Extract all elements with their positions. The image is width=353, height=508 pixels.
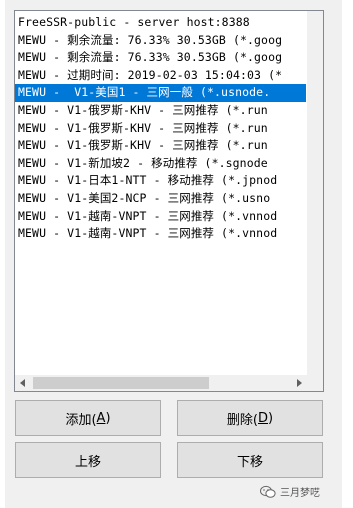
list-item-selected[interactable]: MEWU - V1-美国1 - 三网一般 (*.usnode. xyxy=(15,84,308,102)
list-item[interactable]: MEWU - V1-俄罗斯-KHV - 三网推荐 (*.run xyxy=(15,102,308,120)
add-button-label: 添加( xyxy=(65,412,97,428)
server-list: FreeSSR-public - server host:8388 MEWU - … xyxy=(15,14,308,243)
list-item[interactable]: MEWU - V1-越南-VNPT - 三网推荐 (*.vnnod xyxy=(15,225,308,243)
list-item[interactable]: MEWU - 过期时间: 2019-02-03 15:04:03 (* xyxy=(15,67,308,85)
add-button-mnemonic: A xyxy=(96,410,106,426)
move-up-button-label: 上移 xyxy=(74,454,101,470)
server-listbox[interactable]: FreeSSR-public - server host:8388 MEWU - … xyxy=(14,10,324,392)
list-item[interactable]: MEWU - 剩余流量: 76.33% 30.53GB (*.goog xyxy=(15,49,308,67)
watermark: 三月梦呓 xyxy=(260,484,320,499)
list-item[interactable]: MEWU - V1-美国2-NCP - 三网推荐 (*.usno xyxy=(15,190,308,208)
scroll-left-icon[interactable] xyxy=(20,379,25,387)
horizontal-scrollbar[interactable] xyxy=(15,375,323,391)
list-item[interactable]: FreeSSR-public - server host:8388 xyxy=(15,14,308,32)
list-item[interactable]: MEWU - V1-俄罗斯-KHV - 三网推荐 (*.run xyxy=(15,137,308,155)
vertical-scrollbar[interactable] xyxy=(306,11,323,378)
add-button-suffix: ) xyxy=(105,410,111,426)
list-item[interactable]: MEWU - V1-新加坡2 - 移动推荐 (*.sgnode xyxy=(15,155,308,173)
scrollbar-corner xyxy=(307,375,323,391)
scrollbar-thumb[interactable] xyxy=(33,377,209,389)
move-up-button[interactable]: 上移 xyxy=(15,442,161,478)
move-down-button-label: 下移 xyxy=(236,454,263,470)
list-item[interactable]: MEWU - V1-日本1-NTT - 移动推荐 (*.jpnod xyxy=(15,172,308,190)
watermark-text: 三月梦呓 xyxy=(280,488,320,499)
delete-button-suffix: ) xyxy=(268,410,274,426)
delete-button-mnemonic: D xyxy=(257,410,268,426)
delete-button-label: 删除( xyxy=(226,412,258,428)
add-button[interactable]: 添加(A) xyxy=(15,400,161,436)
list-item[interactable]: MEWU - V1-俄罗斯-KHV - 三网推荐 (*.run xyxy=(15,120,308,138)
wechat-icon xyxy=(260,485,276,498)
list-item[interactable]: MEWU - 剩余流量: 76.33% 30.53GB (*.goog xyxy=(15,32,308,50)
list-item[interactable]: MEWU - V1-越南-VNPT - 三网推荐 (*.vnnod xyxy=(15,208,308,226)
scroll-right-icon[interactable] xyxy=(297,379,302,387)
move-down-button[interactable]: 下移 xyxy=(177,442,323,478)
delete-button[interactable]: 删除(D) xyxy=(177,400,323,436)
